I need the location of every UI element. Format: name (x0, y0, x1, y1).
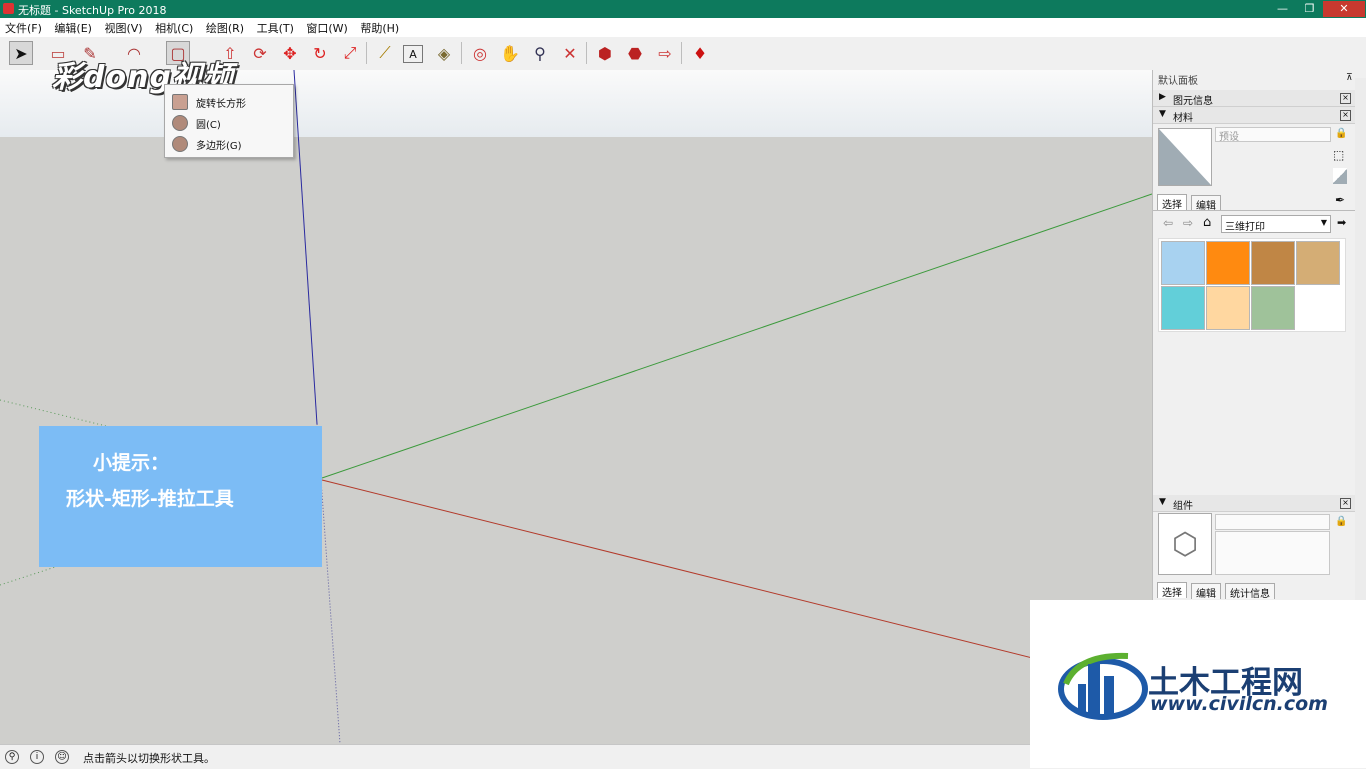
circle-icon (172, 115, 188, 131)
expand-arrow-icon: ▶ (1159, 92, 1166, 102)
close-icon[interactable]: × (1340, 93, 1351, 104)
rotated-rectangle-icon (172, 94, 188, 110)
ruby-icon[interactable]: ♦ (688, 41, 712, 65)
tip-text: 形状-矩形-推拉工具 (66, 488, 234, 510)
close-icon[interactable]: × (1340, 110, 1351, 121)
close-icon[interactable]: × (1340, 498, 1351, 509)
toolbar-separator (461, 42, 462, 64)
status-message: 点击箭头以切换形状工具。 (83, 752, 215, 765)
material-swatch[interactable] (1206, 286, 1250, 330)
user-account-icon[interactable]: ☺ (55, 750, 69, 764)
geo-location-icon[interactable]: ⚲ (5, 750, 19, 764)
warehouse-icon[interactable]: ⬢ (593, 41, 617, 65)
component-tab-select[interactable]: 选择 (1157, 582, 1187, 599)
menu-help[interactable]: 帮助(H) (355, 18, 403, 36)
zoom-tool-icon[interactable]: ⚲ (528, 41, 552, 65)
entity-info-header[interactable]: ▶ 图元信息 × (1153, 90, 1355, 107)
model-viewport[interactable] (0, 70, 1152, 744)
toolbar-separator (586, 42, 587, 64)
text-tool-icon[interactable]: A (403, 45, 423, 63)
rotate-tool-icon[interactable]: ↻ (308, 41, 332, 65)
material-swatch[interactable] (1251, 286, 1295, 330)
materials-header[interactable]: ▼ 材料 × (1153, 107, 1355, 124)
component-name-field[interactable] (1215, 514, 1330, 530)
eyedropper-icon[interactable]: ✒ (1335, 193, 1345, 207)
material-name-field[interactable]: 预设 (1215, 127, 1331, 143)
details-arrow-icon[interactable]: ➡ (1337, 216, 1346, 229)
pin-icon[interactable]: ⊼ (1346, 73, 1353, 83)
component-tab-statistics[interactable]: 统计信息 (1225, 583, 1275, 600)
tray-title: 默认面板 (1158, 76, 1198, 87)
collapse-arrow-icon: ▼ (1159, 109, 1166, 119)
material-swatch[interactable] (1251, 241, 1295, 285)
material-library-select[interactable]: 三维打印 ▼ (1221, 215, 1331, 233)
create-material-icon[interactable]: ⬚ (1333, 148, 1344, 162)
back-icon[interactable]: ⇦ (1163, 216, 1173, 230)
material-swatch[interactable] (1161, 286, 1205, 330)
red-axis-line (321, 479, 1152, 689)
tab-edit[interactable]: 编辑 (1191, 195, 1221, 212)
maximize-button[interactable]: ❐ (1296, 1, 1323, 17)
lock-icon[interactable]: 🔒 (1335, 516, 1347, 527)
menu-window[interactable]: 窗口(W) (301, 18, 351, 36)
menu-item-rotated-rectangle[interactable]: 旋转长方形 (165, 92, 293, 112)
lock-icon[interactable]: 🔒 (1335, 128, 1347, 139)
green-axis-line (321, 193, 1152, 479)
menu-draw[interactable]: 绘图(R) (201, 18, 248, 36)
credits-icon[interactable]: i (30, 750, 44, 764)
components-header[interactable]: ▼ 组件 × (1153, 495, 1355, 512)
model-axes (0, 70, 1152, 744)
material-preview (1158, 128, 1212, 186)
menu-tools[interactable]: 工具(T) (252, 18, 298, 36)
toolbar-separator (366, 42, 367, 64)
tape-measure-icon[interactable]: ⟋ (373, 41, 397, 65)
tip-overlay: 小提示： 形状-矩形-推拉工具 (39, 426, 322, 567)
material-swatches (1158, 238, 1346, 332)
component-preview: ⬡ (1158, 513, 1212, 575)
civilcn-url: www.civilcn.com (1150, 693, 1328, 715)
menu-item-polygon[interactable]: 多边形(G) (165, 134, 293, 154)
menu-file[interactable]: 文件(F) (0, 18, 46, 36)
offset-tool-icon[interactable]: ⟳ (248, 41, 272, 65)
collapse-arrow-icon: ▼ (1159, 497, 1166, 507)
menu-camera[interactable]: 相机(C) (150, 18, 197, 36)
close-button[interactable]: ✕ (1323, 1, 1365, 17)
forward-icon[interactable]: ⇨ (1183, 216, 1193, 230)
chevron-down-icon: ▼ (1320, 218, 1327, 227)
component-tab-edit[interactable]: 编辑 (1191, 583, 1221, 600)
tip-heading: 小提示： (93, 452, 170, 474)
material-swatch[interactable] (1296, 241, 1340, 285)
tab-select[interactable]: 选择 (1157, 194, 1187, 211)
material-swatch[interactable] (1206, 241, 1250, 285)
scale-tool-icon[interactable]: ⤢ (338, 41, 362, 65)
select-tool-icon[interactable]: ➤ (9, 41, 33, 65)
default-material-icon[interactable] (1333, 168, 1347, 184)
shape-tool-dropdown: 旋转长方形 圆(C) 多边形(G) (164, 84, 294, 158)
zoom-extents-icon[interactable]: ✕ (558, 41, 582, 65)
component-description-field[interactable] (1215, 531, 1330, 575)
toolbar-separator (681, 42, 682, 64)
blue-axis-line (293, 70, 318, 425)
menu-view[interactable]: 视图(V) (99, 18, 146, 36)
civilcn-logo-icon (1058, 652, 1148, 720)
menu-edit[interactable]: 编辑(E) (49, 18, 96, 36)
extension-warehouse-icon[interactable]: ⬣ (623, 41, 647, 65)
menu-item-circle[interactable]: 圆(C) (165, 113, 293, 133)
move-tool-icon[interactable]: ✥ (278, 41, 302, 65)
share-model-icon[interactable]: ⇨ (653, 41, 677, 65)
menu-bar: 文件(F) 编辑(E) 视图(V) 相机(C) 绘图(R) 工具(T) 窗口(W… (0, 18, 1366, 38)
pan-tool-icon[interactable]: ✋ (498, 41, 522, 65)
tab-divider (1153, 210, 1355, 211)
material-swatch[interactable] (1161, 241, 1205, 285)
title-bar: 无标题 - SketchUp Pro 2018 — ❐ ✕ (0, 0, 1366, 18)
home-icon[interactable]: ⌂ (1203, 215, 1211, 230)
polygon-icon (172, 136, 188, 152)
minimize-button[interactable]: — (1269, 1, 1296, 17)
orbit-tool-icon[interactable]: ◎ (468, 41, 492, 65)
sketchup-app-icon (3, 3, 14, 14)
window-title: 无标题 - SketchUp Pro 2018 (18, 4, 167, 17)
civilcn-watermark: 土木工程网 www.civilcn.com (1030, 600, 1366, 768)
paint-bucket-icon[interactable]: ◈ (432, 41, 456, 65)
tray-scrollbar[interactable] (1355, 78, 1366, 658)
